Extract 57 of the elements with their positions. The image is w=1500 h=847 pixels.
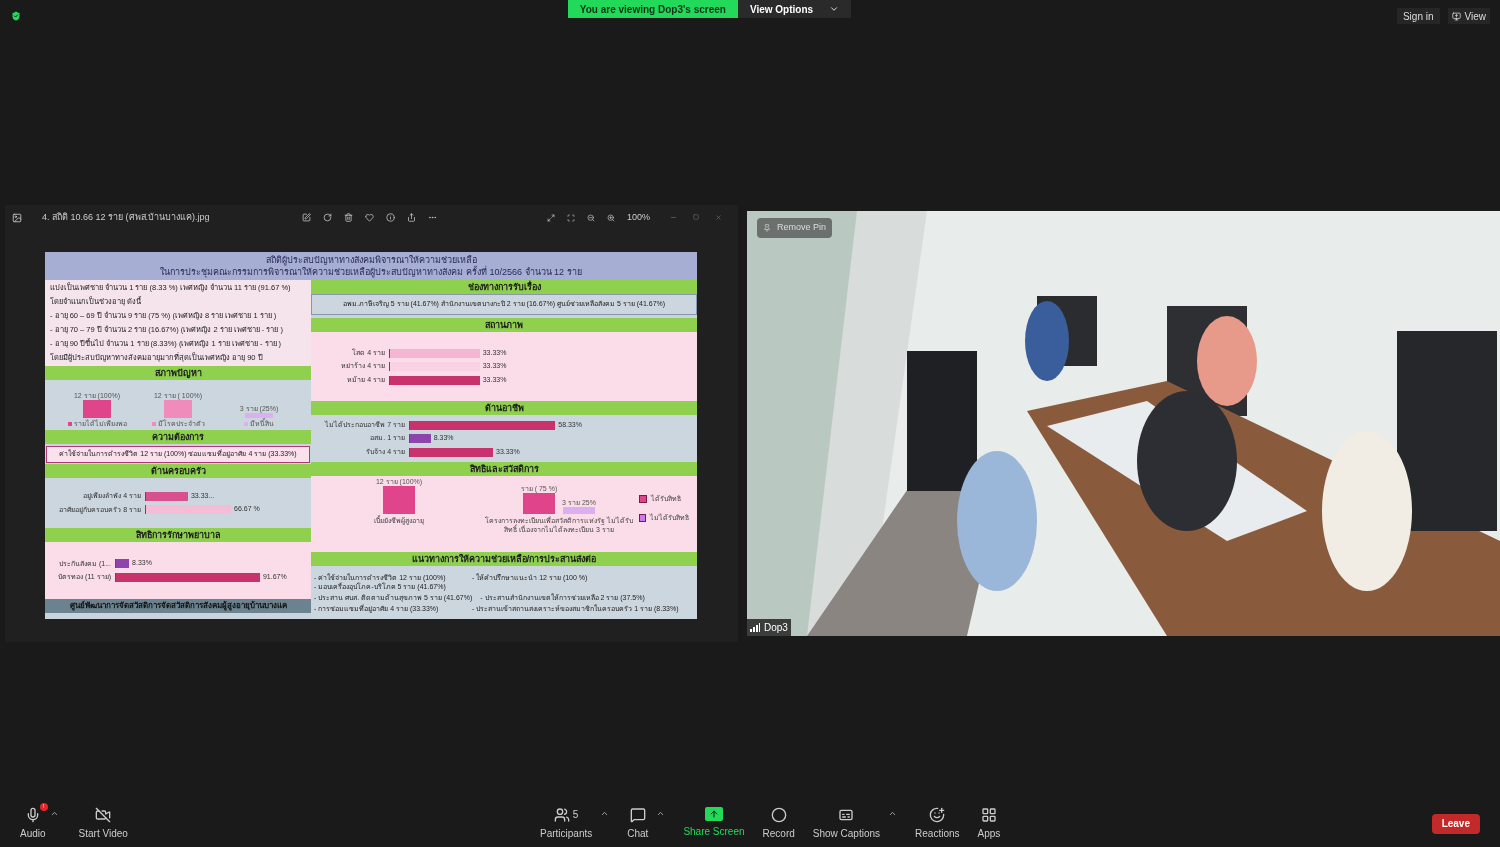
- toolbar-button[interactable]: 5 Participants: [540, 806, 593, 841]
- zoom-in-icon[interactable]: [607, 213, 615, 222]
- expand-icon[interactable]: [547, 213, 555, 222]
- leave-button[interactable]: Leave: [1431, 813, 1480, 834]
- view-options-button[interactable]: View Options: [737, 0, 852, 18]
- legend-swatch: [67, 422, 72, 427]
- legend-swatch: [244, 422, 248, 427]
- view-icon: [1451, 11, 1461, 21]
- section-heading: ด้านอาชีพ: [311, 401, 697, 415]
- rotate-icon[interactable]: [323, 213, 332, 222]
- pin-icon: [763, 223, 771, 232]
- photos-app-icon: [12, 212, 22, 223]
- chat-bubble-icon: [629, 806, 646, 823]
- toolbar-button[interactable]: Reactions: [915, 806, 960, 841]
- section-heading: ด้านครอบครัว: [45, 464, 311, 478]
- remove-pin-button[interactable]: Remove Pin: [757, 218, 833, 238]
- toolbar-button[interactable]: Share Screen: [683, 806, 745, 839]
- info-icon[interactable]: [386, 213, 395, 222]
- apps-icon: [980, 806, 997, 823]
- section-heading: ความต้องการ: [45, 430, 311, 444]
- zoom-out-icon[interactable]: [587, 213, 595, 222]
- section-heading: แนวทางการให้ความช่วยเหลือ/การประสานส่งต่อ: [311, 552, 697, 566]
- legend-swatch: [151, 422, 156, 427]
- slide-title: สถิติผู้ประสบปัญหาทางสังคมพิจารณาให้ความช่วยเหลือ: [265, 254, 477, 266]
- toolbar-button[interactable]: Record: [762, 806, 795, 841]
- record-icon: [770, 806, 787, 823]
- slide-footer: ศูนย์พัฒนาการจัดสวัสดิการจัดสวัสดิการสังคมผู้สูงอายุบ้านบางแค: [45, 599, 311, 613]
- view-button[interactable]: View: [1447, 8, 1490, 24]
- heart-icon[interactable]: [365, 213, 374, 222]
- start-video-button[interactable]: Start Video: [78, 806, 128, 841]
- file-name: 4. สถิติ 10.66 12 ราย (ศพส.บ้านบางแค).jpg: [42, 210, 211, 224]
- video-off-icon: [94, 806, 113, 823]
- toolbar-button[interactable]: Chat: [627, 806, 649, 841]
- trash-icon[interactable]: [344, 213, 353, 222]
- smiley-icon: [929, 806, 946, 823]
- signal-icon: [750, 623, 760, 632]
- participant-name-tag: Dop3: [747, 619, 791, 636]
- share-icon[interactable]: [407, 213, 416, 222]
- section-heading: ช่องทางการรับเรื่อง: [311, 280, 697, 294]
- chevron-down-icon: [829, 4, 840, 14]
- security-shield-icon[interactable]: [10, 10, 22, 22]
- section-heading: สถานภาพ: [311, 318, 697, 332]
- section-heading: สิทธิและสวัสดิการ: [311, 462, 697, 476]
- fit-icon[interactable]: [567, 213, 575, 222]
- zoom-level: 100%: [627, 210, 651, 224]
- edit-icon[interactable]: [302, 213, 311, 222]
- people-icon: [553, 806, 570, 823]
- toolbar-button[interactable]: Apps: [977, 806, 1001, 841]
- share-screen-icon: [704, 806, 723, 821]
- sign-in-button[interactable]: Sign in: [1396, 8, 1440, 24]
- viewing-banner: You are viewing Dop3's screen: [567, 0, 738, 18]
- toolbar-button[interactable]: Show Captions: [812, 806, 881, 841]
- section-heading: สภาพปัญหา: [45, 366, 311, 380]
- section-heading: สิทธิการรักษาพยาบาล: [45, 528, 311, 542]
- more-icon[interactable]: [428, 213, 437, 222]
- participant-count: 5: [572, 808, 579, 822]
- slide-title: ในการประชุมคณะกรรมการพิจารณาให้ความช่วยเหลือผู้ประสบปัญหาทางสังคม ครั้งที่ 10/2566 จำนวน 12 ราย: [160, 266, 582, 278]
